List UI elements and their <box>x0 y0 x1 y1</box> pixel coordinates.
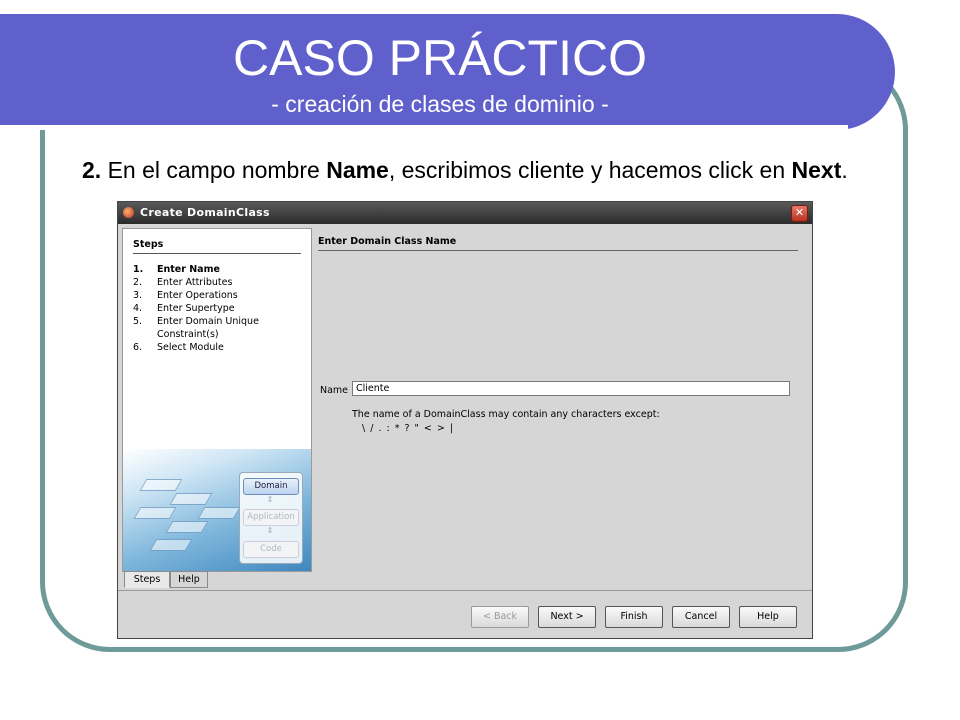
step-label: Enter Operations <box>157 290 238 301</box>
step-label: Enter Supertype <box>157 303 235 314</box>
step-number: 3. <box>133 290 143 301</box>
instruction-part2: , escribimos cliente y hacemos click en <box>388 157 792 183</box>
step-label: Enter Attributes <box>157 277 233 288</box>
illustration-tile <box>165 521 209 533</box>
instruction-step-number: 2. <box>82 157 102 183</box>
cancel-button[interactable]: Cancel <box>672 606 730 628</box>
step-number: 6. <box>133 342 143 353</box>
instruction-text: 2. En el campo nombre Name, escribimos c… <box>82 154 882 186</box>
step-item: 5. Enter Domain Unique <box>133 315 303 328</box>
layer-arrow-icon: ⇕ <box>266 495 274 504</box>
layer-arrow-icon: ⇕ <box>266 526 274 535</box>
finish-button[interactable]: Finish <box>605 606 663 628</box>
name-input[interactable] <box>352 381 790 396</box>
layer-selector: Domain ⇕ Application ⇕ Code <box>239 472 303 564</box>
app-logo-icon <box>123 207 134 218</box>
create-domainclass-dialog: Create DomainClass ✕ Steps 1. Enter Name … <box>117 201 813 639</box>
dialog-titlebar[interactable]: Create DomainClass ✕ <box>118 202 812 224</box>
illustration-tile <box>139 479 183 491</box>
instruction-part1: En el campo nombre <box>101 157 327 183</box>
tab-help[interactable]: Help <box>170 571 208 588</box>
illustration-tile <box>169 493 213 505</box>
banner-underline <box>0 125 848 130</box>
step-item: 2. Enter Attributes <box>133 276 303 289</box>
section-title: Enter Domain Class Name <box>318 236 798 251</box>
step-number: 2. <box>133 277 143 288</box>
layer-application-button[interactable]: Application <box>243 509 299 526</box>
steps-header: Steps <box>133 239 301 254</box>
name-label: Name <box>320 385 349 396</box>
step-item: 6. Select Module <box>133 341 303 354</box>
layer-code-button[interactable]: Code <box>243 541 299 558</box>
step-item: Constraint(s) <box>133 328 303 341</box>
back-button[interactable]: < Back <box>471 606 529 628</box>
dialog-title: Create DomainClass <box>140 206 270 219</box>
step-number: 5. <box>133 316 143 327</box>
instruction-bold-name: Name <box>326 157 389 183</box>
step-number: 4. <box>133 303 143 314</box>
step-item: 4. Enter Supertype <box>133 302 303 315</box>
instruction-part3: . <box>841 157 848 183</box>
instruction-bold-next: Next <box>791 157 842 183</box>
forbidden-characters: \ / . : * ? " < > | <box>362 423 455 434</box>
step-item: 1. Enter Name <box>133 263 303 276</box>
step-label: Select Module <box>157 342 224 353</box>
tab-steps[interactable]: Steps <box>124 571 170 588</box>
name-help-text: The name of a DomainClass may contain an… <box>352 409 660 420</box>
steps-panel: Steps 1. Enter Name 2. Enter Attributes 3.… <box>122 228 312 572</box>
step-label: Enter Name <box>157 264 220 275</box>
next-button[interactable]: Next > <box>538 606 596 628</box>
illustration-tile <box>197 507 241 519</box>
step-label: Enter Domain Unique <box>157 316 259 327</box>
step-label: Constraint(s) <box>157 329 219 340</box>
step-number: 1. <box>133 264 144 275</box>
help-button[interactable]: Help <box>739 606 797 628</box>
close-button[interactable]: ✕ <box>791 205 808 222</box>
step-item: 3. Enter Operations <box>133 289 303 302</box>
illustration-tile <box>149 539 193 551</box>
illustration-tile <box>133 507 177 519</box>
slide-title: CASO PRÁCTICO <box>233 30 647 86</box>
content-panel: Enter Domain Class Name Name The name of… <box>314 228 806 574</box>
layer-domain-button[interactable]: Domain <box>243 478 299 495</box>
slide-subtitle: - creación de clases de dominio - <box>271 91 609 117</box>
